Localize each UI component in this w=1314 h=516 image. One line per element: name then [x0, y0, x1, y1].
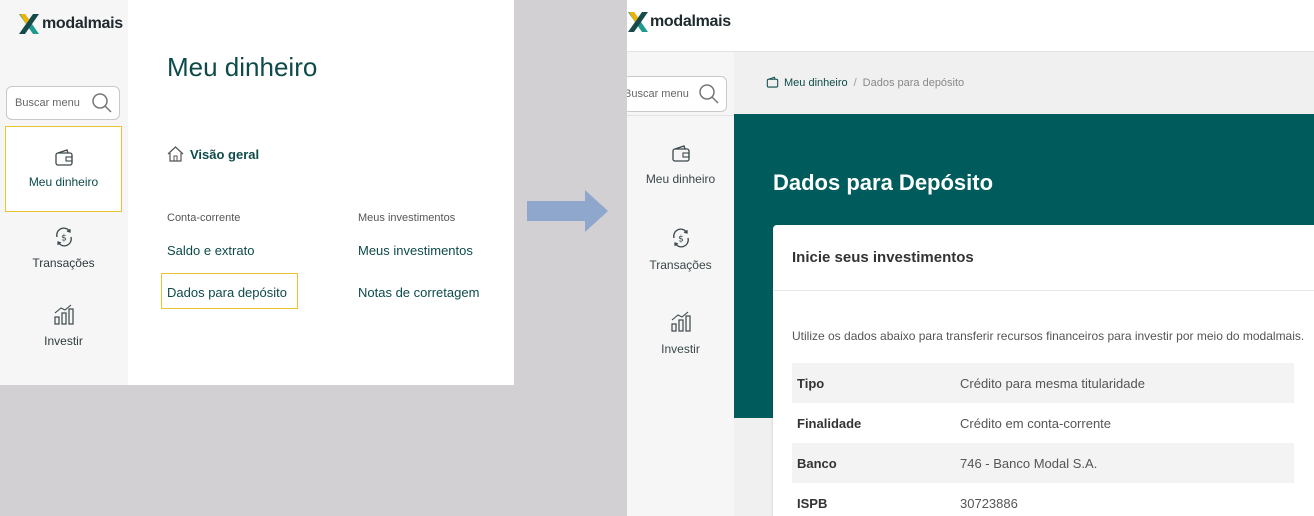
section-heading-checking: Conta-corrente [167, 212, 241, 224]
modalmais-logo-icon [628, 12, 648, 32]
row-key: Banco [797, 455, 837, 471]
search-input[interactable]: Buscar menu [6, 86, 120, 120]
wallet-icon [54, 149, 73, 166]
svg-text:$: $ [678, 235, 684, 245]
card-description: Utilize os dados abaixo para transferir … [792, 329, 1305, 343]
row-value: Crédito em conta-corrente [960, 415, 1112, 431]
sidebar-item-investir[interactable]: Investir [5, 304, 122, 350]
bar-chart-icon [670, 311, 691, 332]
sidebar-item-meu-dinheiro[interactable]: Meu dinheiro [627, 144, 734, 188]
search-icon [699, 84, 719, 104]
dollar-exchange-icon: $ [55, 227, 72, 247]
menu-link-meus-investimentos[interactable]: Meus investimentos [358, 243, 473, 258]
brand-logo[interactable]: modalmais [627, 11, 731, 33]
table-row: Banco 746 - Banco Modal S.A. [792, 443, 1294, 483]
table-row: ISPB 30723886 [792, 483, 1294, 516]
sidebar-item-label: Investir [44, 334, 83, 348]
row-value: 746 - Banco Modal S.A. [960, 455, 1098, 471]
search-input[interactable]: Buscar menu [627, 76, 727, 112]
deposit-info-card: Inicie seus investimentos Utilize os dad… [773, 225, 1314, 516]
top-bar: modalmais [627, 0, 1314, 52]
sidebar-item-investir[interactable]: Investir [627, 310, 734, 358]
arrow-right-icon [527, 190, 608, 232]
brand-name: modalmais [42, 15, 123, 32]
sidebar-item-label: Transações [649, 258, 712, 272]
row-key: Finalidade [797, 415, 862, 431]
breadcrumb-link-meu-dinheiro[interactable]: Meu dinheiro [784, 77, 848, 89]
sidebar-item-label: Transações [32, 256, 95, 270]
card-title: Inicie seus investimentos [773, 225, 1314, 291]
menu-link-saldo-extrato[interactable]: Saldo e extrato [167, 243, 254, 258]
breadcrumb-current: Dados para depósito [862, 76, 965, 89]
search-placeholder: Buscar menu [15, 97, 80, 109]
home-icon [167, 146, 184, 162]
table-row: Tipo Crédito para mesma titularidade [792, 363, 1294, 403]
left-screenshot: modalmais Buscar menu Meu dinheiro $ Tra… [0, 0, 514, 385]
menu-link-notas-corretagem[interactable]: Notas de corretagem [358, 285, 479, 300]
row-value: Crédito para mesma titularidade [960, 375, 1145, 391]
sidebar-item-transacoes[interactable]: $ Transações [627, 226, 734, 274]
page-title: Dados para Depósito [773, 170, 994, 195]
row-key: Tipo [797, 375, 825, 391]
menu-panel: Meu dinheiro Visão geral Conta-corrente … [128, 0, 514, 385]
section-heading-investments: Meus investimentos [358, 212, 456, 224]
brand-name: modalmais [650, 13, 731, 30]
wallet-icon [766, 76, 779, 88]
sidebar-item-label: Investir [661, 342, 700, 356]
highlight-box [161, 273, 298, 309]
row-value: 30723886 [960, 495, 1018, 511]
deposit-data-table: Tipo Crédito para mesma titularidade Fin… [792, 363, 1294, 516]
sidebar-item-meu-dinheiro[interactable]: Meu dinheiro [5, 126, 122, 212]
overview-label: Visão geral [190, 146, 260, 162]
right-screenshot: modalmais Buscar menu Meu dinheiro $ Tra… [627, 0, 1314, 516]
page-title: Meu dinheiro [167, 52, 318, 82]
modalmais-logo-icon [19, 14, 39, 34]
row-key: ISPB [797, 495, 828, 511]
sidebar-item-transacoes[interactable]: $ Transações [5, 226, 122, 272]
search-placeholder: Buscar menu [627, 88, 689, 100]
breadcrumb: Meu dinheiro / Dados para depósito [766, 76, 964, 89]
sidebar-item-label: Meu dinheiro [645, 172, 716, 186]
search-icon [92, 93, 112, 113]
brand-logo[interactable]: modalmais [18, 13, 123, 35]
dollar-exchange-icon: $ [672, 228, 689, 248]
sidebar-divider [627, 115, 734, 116]
table-row: Finalidade Crédito em conta-corrente [792, 403, 1294, 443]
svg-text:$: $ [61, 234, 67, 244]
overview-link[interactable]: Visão geral [167, 146, 259, 162]
breadcrumb-separator: / [853, 76, 857, 89]
bar-chart-icon [53, 304, 74, 325]
right-sidebar: Buscar menu Meu dinheiro $ Transações In… [627, 52, 734, 516]
sidebar-item-label: Meu dinheiro [28, 175, 99, 189]
left-sidebar: modalmais Buscar menu Meu dinheiro $ Tra… [0, 0, 128, 385]
breadcrumb-bar: Meu dinheiro / Dados para depósito [734, 52, 1314, 114]
wallet-icon [671, 145, 690, 162]
